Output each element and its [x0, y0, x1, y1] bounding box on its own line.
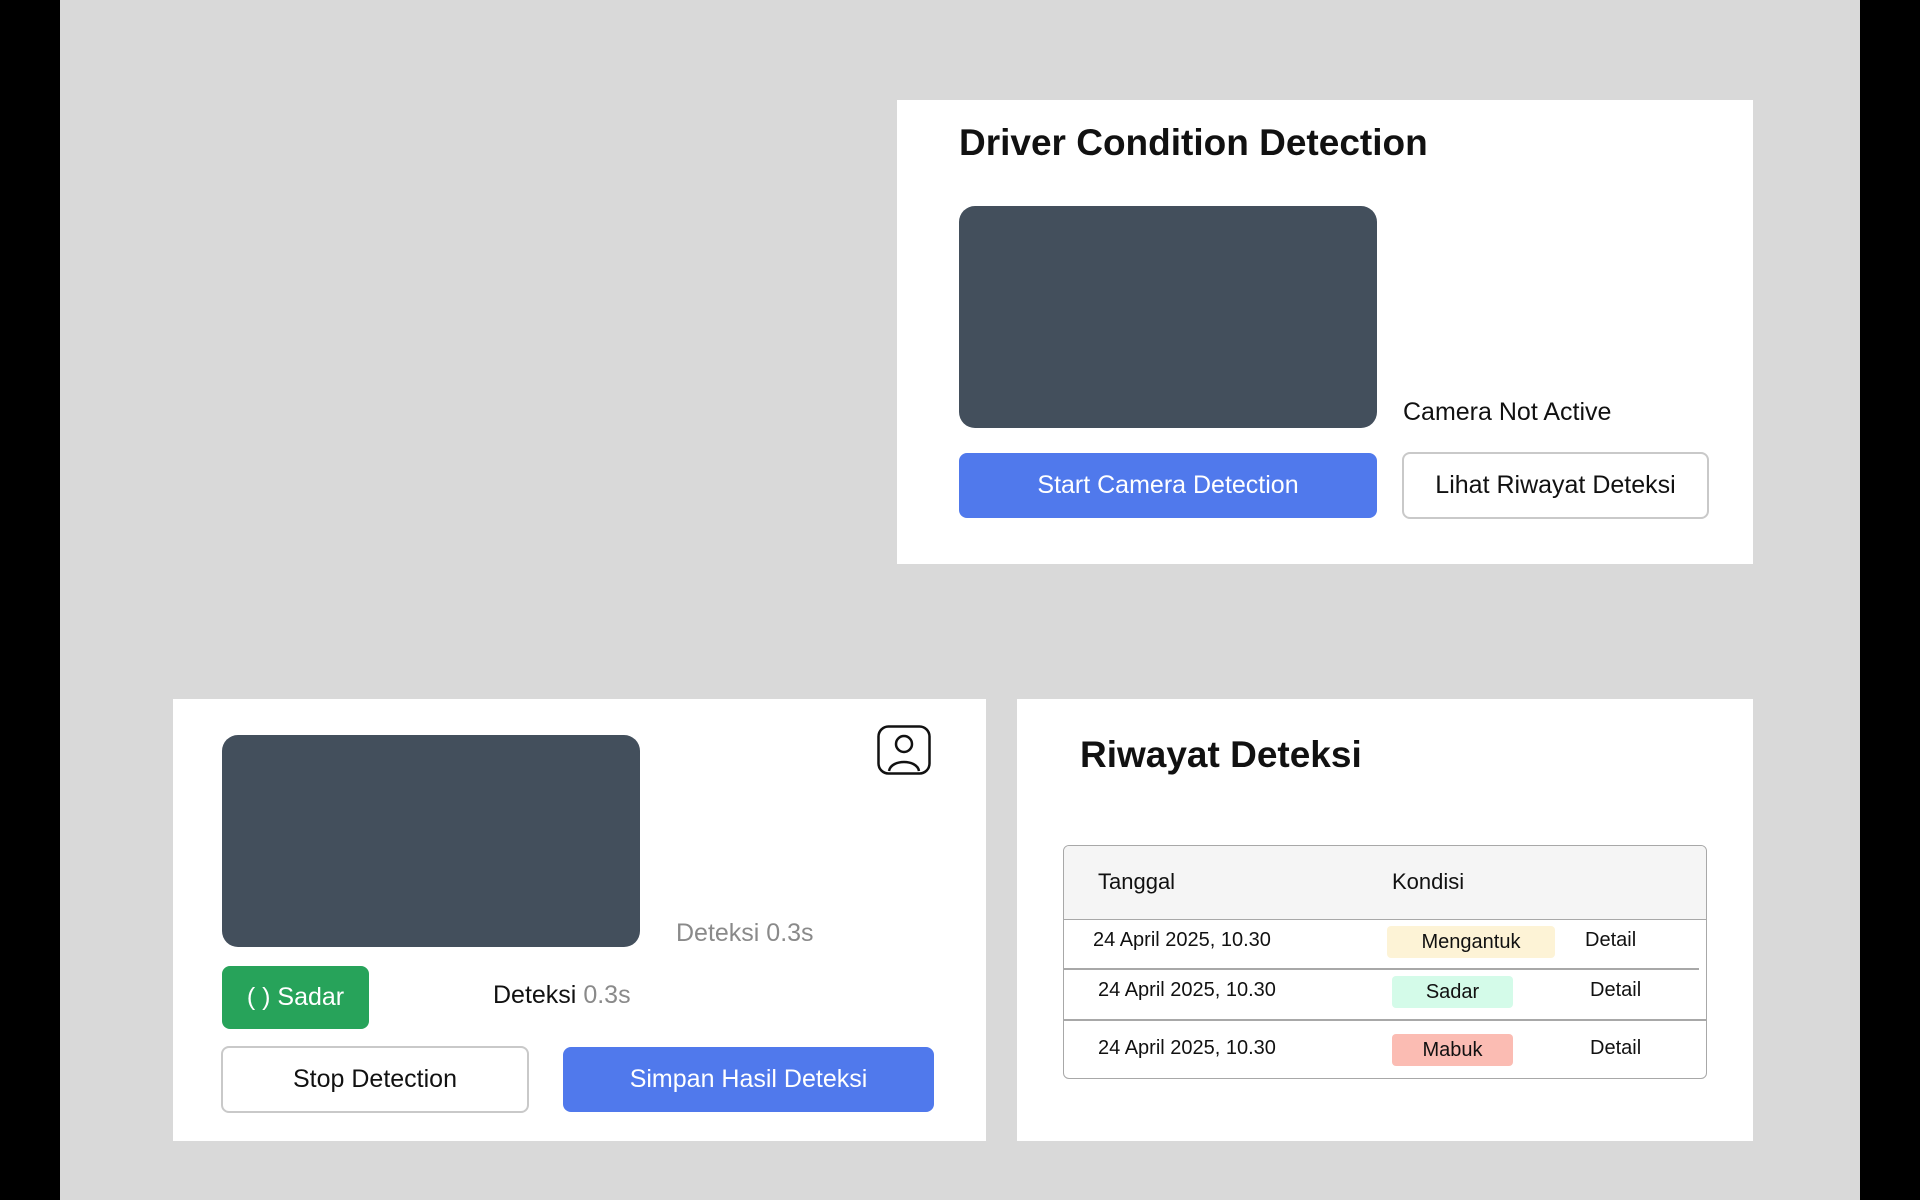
history-panel: Riwayat Deteksi Tanggal Kondisi 24 April… [1017, 699, 1753, 1141]
page-title: Driver Condition Detection [959, 122, 1428, 163]
start-camera-button[interactable]: Start Camera Detection [959, 453, 1377, 518]
active-detection-panel: Deteksi 0.3s ( ) Sadar Deteksi 0.3s Stop… [173, 699, 986, 1141]
table-header: Tanggal Kondisi [1064, 846, 1706, 920]
history-button[interactable]: Lihat Riwayat Deteksi [1402, 452, 1709, 519]
detection-info: Deteksi 0.3s [493, 981, 631, 1010]
condition-badge-mengantuk: Mengantuk [1387, 926, 1555, 958]
detection-time-label: Deteksi 0.3s [676, 919, 814, 947]
row-date: 24 April 2025, 10.30 [1098, 1037, 1276, 1059]
detection-panel: Driver Condition Detection Camera Not Ac… [897, 100, 1753, 564]
column-header-condition: Kondisi [1392, 869, 1465, 894]
detection-value: 0.3s [583, 981, 631, 1009]
history-title: Riwayat Deteksi [1080, 734, 1362, 775]
row-date: 24 April 2025, 10.30 [1093, 929, 1271, 951]
column-header-date: Tanggal [1098, 869, 1176, 894]
condition-badge-mabuk: Mabuk [1392, 1034, 1513, 1066]
detection-label: Deteksi [493, 981, 577, 1009]
user-profile-icon[interactable] [877, 725, 931, 775]
camera-preview [959, 206, 1377, 428]
condition-badge-sadar: Sadar [1392, 976, 1513, 1008]
save-result-button[interactable]: Simpan Hasil Deteksi [563, 1047, 934, 1112]
row-divider [1064, 1019, 1706, 1021]
stop-detection-button[interactable]: Stop Detection [221, 1046, 529, 1113]
row-detail-link[interactable]: Detail [1585, 929, 1636, 952]
camera-status-text: Camera Not Active [1403, 398, 1612, 426]
status-badge: ( ) Sadar [222, 966, 369, 1029]
row-detail-link[interactable]: Detail [1590, 979, 1641, 1002]
row-date: 24 April 2025, 10.30 [1098, 979, 1276, 1001]
row-detail-link[interactable]: Detail [1590, 1037, 1641, 1060]
history-table: Tanggal Kondisi 24 April 2025, 10.30 Men… [1063, 845, 1707, 1079]
camera-feed [222, 735, 640, 947]
row-divider [1064, 968, 1699, 970]
design-canvas: Driver Condition Detection Camera Not Ac… [60, 0, 1860, 1200]
